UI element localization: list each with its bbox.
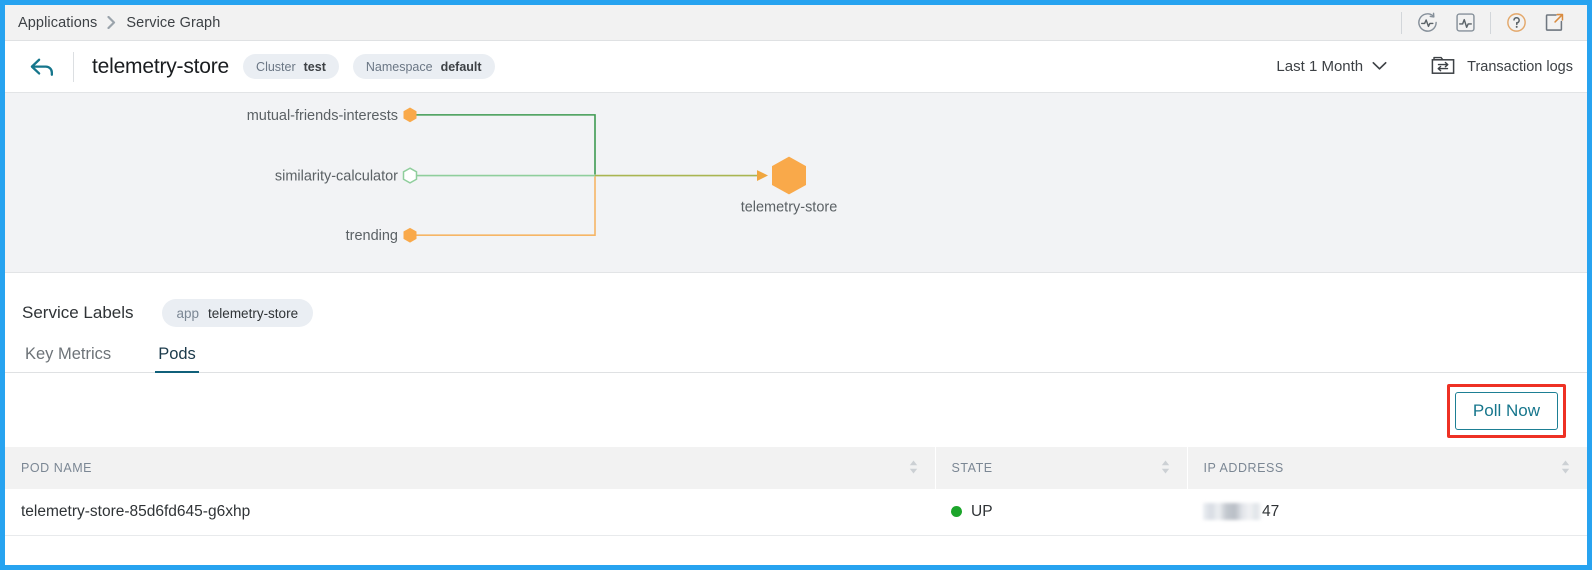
pods-table-header-row: POD NAME STATE IP ADDRESS [5, 447, 1587, 489]
pods-table-body: telemetry-store-85d6fd645-g6xhp UP 47 [5, 489, 1587, 536]
graph-node-label-3: telemetry-store [741, 199, 838, 215]
transaction-logs-button[interactable]: Transaction logs [1429, 53, 1573, 81]
breadcrumb-icon-group [1395, 5, 1587, 40]
column-header-ip-address-label: IP ADDRESS [1203, 461, 1284, 475]
page-title: telemetry-store [92, 54, 230, 78]
graph-node-trending [403, 227, 417, 243]
column-header-state-label: STATE [951, 461, 993, 475]
ip-address-visible-tail: 47 [1262, 502, 1280, 520]
metrics-icon[interactable] [1446, 5, 1484, 41]
pods-table: POD NAME STATE IP ADDRESS telemetry-stor… [5, 447, 1587, 536]
graph-node-label-1: similarity-calculator [275, 169, 398, 185]
edge-arrowhead [757, 170, 768, 182]
badge-namespace: Namespace default [352, 54, 495, 79]
status-badge: UP [971, 502, 993, 520]
transaction-logs-icon [1429, 53, 1457, 81]
table-toolbar: Poll Now [5, 373, 1587, 447]
back-arrow-icon[interactable] [27, 52, 57, 82]
column-header-state[interactable]: STATE [935, 447, 1188, 489]
column-header-pod-name-label: POD NAME [21, 461, 93, 475]
pods-table-header: POD NAME STATE IP ADDRESS [5, 447, 1587, 489]
chevron-down-icon [1372, 58, 1387, 75]
column-header-ip-address[interactable]: IP ADDRESS [1187, 447, 1587, 489]
tab-pods[interactable]: Pods [155, 345, 199, 373]
help-icon[interactable] [1497, 5, 1535, 41]
poll-now-button[interactable]: Poll Now [1454, 392, 1558, 430]
service-graph-canvas: mutual-friends-interests similarity-calc… [247, 107, 838, 244]
icon-divider-2 [1490, 11, 1491, 34]
badge-cluster-key: Cluster [256, 59, 296, 74]
edge-mutual-friends-interests [410, 114, 596, 175]
window-frame-right [1587, 0, 1592, 570]
cell-state: UP [935, 489, 1187, 536]
badge-namespace-value: default [440, 59, 482, 74]
sort-icon-ip-address[interactable] [1560, 459, 1571, 478]
ip-address-redaction [1203, 503, 1261, 521]
service-label-value: telemetry-store [208, 305, 299, 321]
service-label-key: app [176, 305, 200, 321]
graph-node-similarity-calculator [402, 167, 418, 184]
page-root: Applications Service Graph telemetry-sto… [5, 5, 1587, 565]
header-divider [73, 51, 74, 82]
column-header-pod-name[interactable]: POD NAME [5, 447, 936, 489]
breadcrumb-current: Service Graph [126, 14, 221, 31]
service-header: telemetry-store Cluster test Namespace d… [5, 41, 1587, 93]
tab-key-metrics[interactable]: Key Metrics [22, 345, 114, 373]
time-range-selector[interactable]: Last 1 Month [1276, 58, 1387, 75]
edge-trending [410, 176, 596, 237]
open-external-icon[interactable] [1535, 5, 1573, 41]
badge-cluster: Cluster test [243, 54, 339, 79]
cell-ip-address: 47 [1187, 489, 1587, 536]
window-frame-top [0, 0, 1592, 5]
graph-node-label-2: trending [346, 228, 398, 244]
window-frame-bottom [0, 565, 1592, 570]
graph-node-label-0: mutual-friends-interests [247, 108, 398, 124]
cell-pod-name: telemetry-store-85d6fd645-g6xhp [5, 489, 935, 536]
service-labels-title: Service Labels [22, 303, 134, 322]
transaction-logs-label: Transaction logs [1467, 58, 1573, 75]
sort-icon-pod-name[interactable] [908, 459, 919, 478]
service-label-app: app telemetry-store [161, 299, 314, 327]
badge-cluster-value: test [303, 59, 326, 74]
time-range-label: Last 1 Month [1276, 58, 1364, 75]
breadcrumb-bar: Applications Service Graph [5, 5, 1587, 41]
breadcrumb-applications[interactable]: Applications [18, 15, 97, 31]
status-dot-icon [951, 506, 962, 518]
badge-namespace-key: Namespace [365, 59, 433, 74]
sort-icon-state[interactable] [1160, 459, 1171, 478]
window-frame-left [0, 0, 5, 570]
breadcrumb-separator-icon [107, 16, 116, 29]
service-graph-panel[interactable]: mutual-friends-interests similarity-calc… [5, 93, 1587, 273]
icon-divider-1 [1401, 11, 1402, 34]
tab-bar: Key Metrics Pods [5, 339, 1587, 373]
table-row[interactable]: telemetry-store-85d6fd645-g6xhp UP 47 [5, 489, 1587, 536]
service-labels-section: Service Labels app telemetry-store [5, 273, 1587, 333]
graph-node-mutual-friends-interests [403, 107, 417, 123]
service-graph-icon[interactable] [1408, 5, 1446, 41]
poll-now-highlight-annotation: Poll Now [1446, 384, 1566, 438]
graph-node-telemetry-store [772, 156, 806, 195]
